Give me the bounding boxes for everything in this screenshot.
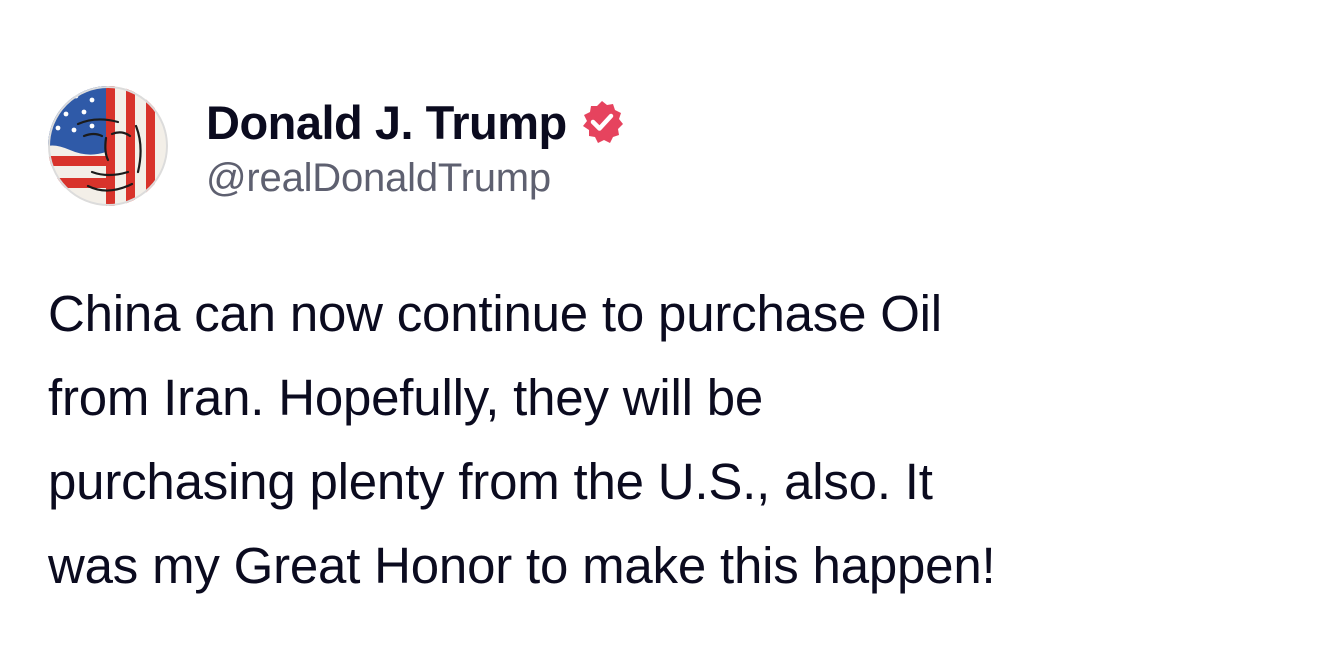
post-header: Donald J. Trump @realDonaldTrump [48,86,625,206]
avatar-image [48,86,168,206]
display-name[interactable]: Donald J. Trump [206,99,567,146]
user-handle[interactable]: @realDonaldTrump [206,158,625,198]
author-identity: Donald J. Trump @realDonaldTrump [206,90,625,198]
verified-badge-icon [579,99,625,145]
post-card: Donald J. Trump @realDonaldTrump China c… [0,0,1320,672]
post-text: China can now continue to purchase Oil f… [48,285,996,594]
name-row: Donald J. Trump [206,90,625,154]
avatar[interactable] [48,86,168,206]
